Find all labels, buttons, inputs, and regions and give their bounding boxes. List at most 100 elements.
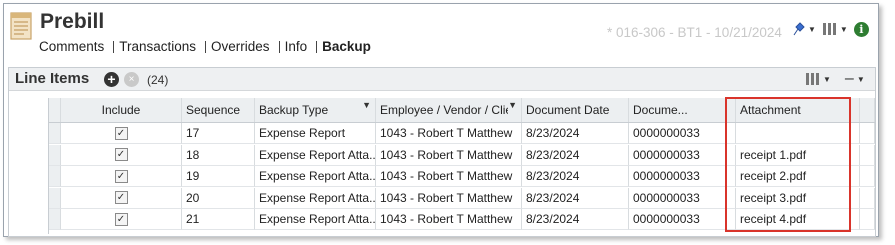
- column-header-overflow: [860, 98, 875, 122]
- document-icon: [10, 12, 32, 40]
- tab-transactions[interactable]: Transactions: [119, 39, 196, 54]
- tab-comments[interactable]: Comments: [39, 39, 104, 54]
- pin-icon: [793, 22, 805, 36]
- row-selector-header[interactable]: [49, 98, 61, 122]
- backup-type-cell: Expense Report: [255, 123, 376, 144]
- grid-header-row: Include Sequence Backup Type ▼ Employee …: [49, 98, 875, 123]
- line-items-grid: Include Sequence Backup Type ▼ Employee …: [48, 98, 875, 234]
- table-row[interactable]: ✓ 19 Expense Report Atta... 1043 - Robert T…: [49, 166, 875, 187]
- overflow-cell: [860, 209, 875, 230]
- document-cell: 0000000033: [629, 144, 736, 166]
- panel-collapse-button[interactable]: – ▼: [844, 70, 865, 87]
- employee-cell: 1043 - Robert T Matthew: [376, 166, 522, 187]
- attachment-cell[interactable]: receipt 1.pdf: [736, 144, 860, 166]
- document-cell: 0000000033: [629, 166, 736, 187]
- add-icon[interactable]: +: [104, 72, 119, 87]
- include-checkbox[interactable]: ✓: [114, 212, 128, 226]
- column-header-attachment[interactable]: Attachment: [736, 98, 860, 122]
- attachment-cell[interactable]: receipt 3.pdf: [736, 187, 860, 209]
- column-header-label: Backup Type: [259, 103, 329, 117]
- include-cell: ✓: [61, 209, 182, 230]
- employee-cell: 1043 - Robert T Matthew: [376, 209, 522, 230]
- column-header-include[interactable]: Include: [61, 98, 182, 122]
- employee-cell: 1043 - Robert T Matthew: [376, 144, 522, 166]
- tab-separator: [205, 40, 207, 53]
- row-selector[interactable]: [49, 187, 61, 209]
- panel-actions: ▼ – ▼: [805, 70, 865, 87]
- include-checkbox[interactable]: ✓: [114, 169, 128, 183]
- chevron-down-icon: ▼: [823, 74, 831, 84]
- include-checkbox[interactable]: ✓: [114, 126, 128, 140]
- overflow-cell: [860, 166, 875, 187]
- document-cell: 0000000033: [629, 187, 736, 209]
- row-selector[interactable]: [49, 144, 61, 166]
- header-actions: ▼ ▼ i: [792, 21, 869, 37]
- document-cell: 0000000033: [629, 123, 736, 144]
- remove-icon[interactable]: ×: [124, 72, 139, 87]
- prebill-window: Prebill Comments Transactions Overrides …: [3, 3, 879, 237]
- column-header-document[interactable]: Docume...: [629, 98, 736, 122]
- backup-type-cell: Expense Report Atta...: [255, 209, 376, 230]
- column-header-employee[interactable]: Employee / Vendor / Client ▼: [376, 98, 522, 122]
- sequence-cell: 18: [182, 144, 255, 166]
- table-row[interactable]: ✓ 21 Expense Report Atta... 1043 - Robert T…: [49, 209, 875, 230]
- sequence-cell: 21: [182, 209, 255, 230]
- chevron-down-icon: ▼: [839, 24, 848, 34]
- overflow-cell: [860, 187, 875, 209]
- row-selector[interactable]: [49, 209, 61, 230]
- employee-cell: 1043 - Robert T Matthew: [376, 187, 522, 209]
- column-header-backup-type[interactable]: Backup Type ▼: [255, 98, 376, 122]
- document-date-cell: 8/23/2024: [522, 123, 629, 144]
- backup-type-cell: Expense Report Atta...: [255, 144, 376, 166]
- document-cell: 0000000033: [629, 209, 736, 230]
- column-header-label: Employee / Vendor / Client: [380, 103, 509, 117]
- chevron-down-icon: ▼: [808, 24, 816, 34]
- include-checkbox[interactable]: ✓: [114, 191, 128, 204]
- collapse-icon: –: [844, 70, 854, 87]
- tab-info[interactable]: Info: [285, 39, 308, 54]
- document-date-cell: 8/23/2024: [522, 144, 629, 166]
- document-date-cell: 8/23/2024: [522, 209, 629, 230]
- filter-icon[interactable]: ▼: [508, 100, 517, 110]
- filter-icon[interactable]: ▼: [362, 100, 371, 110]
- column-header-document-date[interactable]: Document Date: [522, 98, 629, 122]
- table-row[interactable]: ✓ 20 Expense Report Atta... 1043 - Robert T…: [49, 187, 875, 209]
- pin-menu-button[interactable]: ▼: [792, 21, 816, 37]
- attachment-cell[interactable]: receipt 2.pdf: [736, 166, 860, 187]
- document-date-cell: 8/23/2024: [522, 166, 629, 187]
- columns-menu-button[interactable]: ▼: [822, 22, 848, 36]
- sequence-cell: 19: [182, 166, 255, 187]
- item-count: (24): [147, 73, 169, 87]
- row-selector[interactable]: [49, 166, 61, 187]
- sequence-cell: 17: [182, 123, 255, 144]
- include-cell: ✓: [61, 144, 182, 166]
- info-icon[interactable]: i: [853, 21, 869, 37]
- include-cell: ✓: [61, 187, 182, 209]
- tab-separator: [278, 40, 280, 53]
- tab-separator: [113, 40, 115, 53]
- include-cell: ✓: [61, 166, 182, 187]
- panel-title: Line Items: [15, 70, 90, 87]
- sequence-cell: 20: [182, 187, 255, 209]
- line-items-panel: Line Items + × (24) ▼ – ▼ Include Sequen…: [8, 67, 876, 237]
- employee-cell: 1043 - Robert T Matthew: [376, 123, 522, 144]
- panel-columns-button[interactable]: ▼: [805, 72, 831, 86]
- columns-icon: [822, 23, 836, 35]
- backup-type-cell: Expense Report Atta...: [255, 166, 376, 187]
- attachment-cell[interactable]: [736, 123, 860, 144]
- row-selector[interactable]: [49, 123, 61, 144]
- include-checkbox[interactable]: ✓: [114, 148, 128, 161]
- attachment-cell[interactable]: receipt 4.pdf: [736, 209, 860, 230]
- tab-overrides[interactable]: Overrides: [211, 39, 270, 54]
- column-header-sequence[interactable]: Sequence: [182, 98, 255, 122]
- tab-bar: Comments Transactions Overrides Info Bac…: [39, 39, 371, 54]
- panel-header: Line Items + × (24) ▼ – ▼: [9, 68, 875, 91]
- tab-separator: [316, 40, 318, 53]
- columns-icon: [806, 73, 819, 85]
- document-date-cell: 8/23/2024: [522, 187, 629, 209]
- table-row[interactable]: ✓ 18 Expense Report Atta... 1043 - Robert T…: [49, 144, 875, 166]
- tab-backup[interactable]: Backup: [322, 39, 371, 54]
- page-title: Prebill: [40, 10, 105, 33]
- table-row[interactable]: ✓ 17 Expense Report 1043 - Robert T Matthew…: [49, 123, 875, 144]
- overflow-cell: [860, 144, 875, 166]
